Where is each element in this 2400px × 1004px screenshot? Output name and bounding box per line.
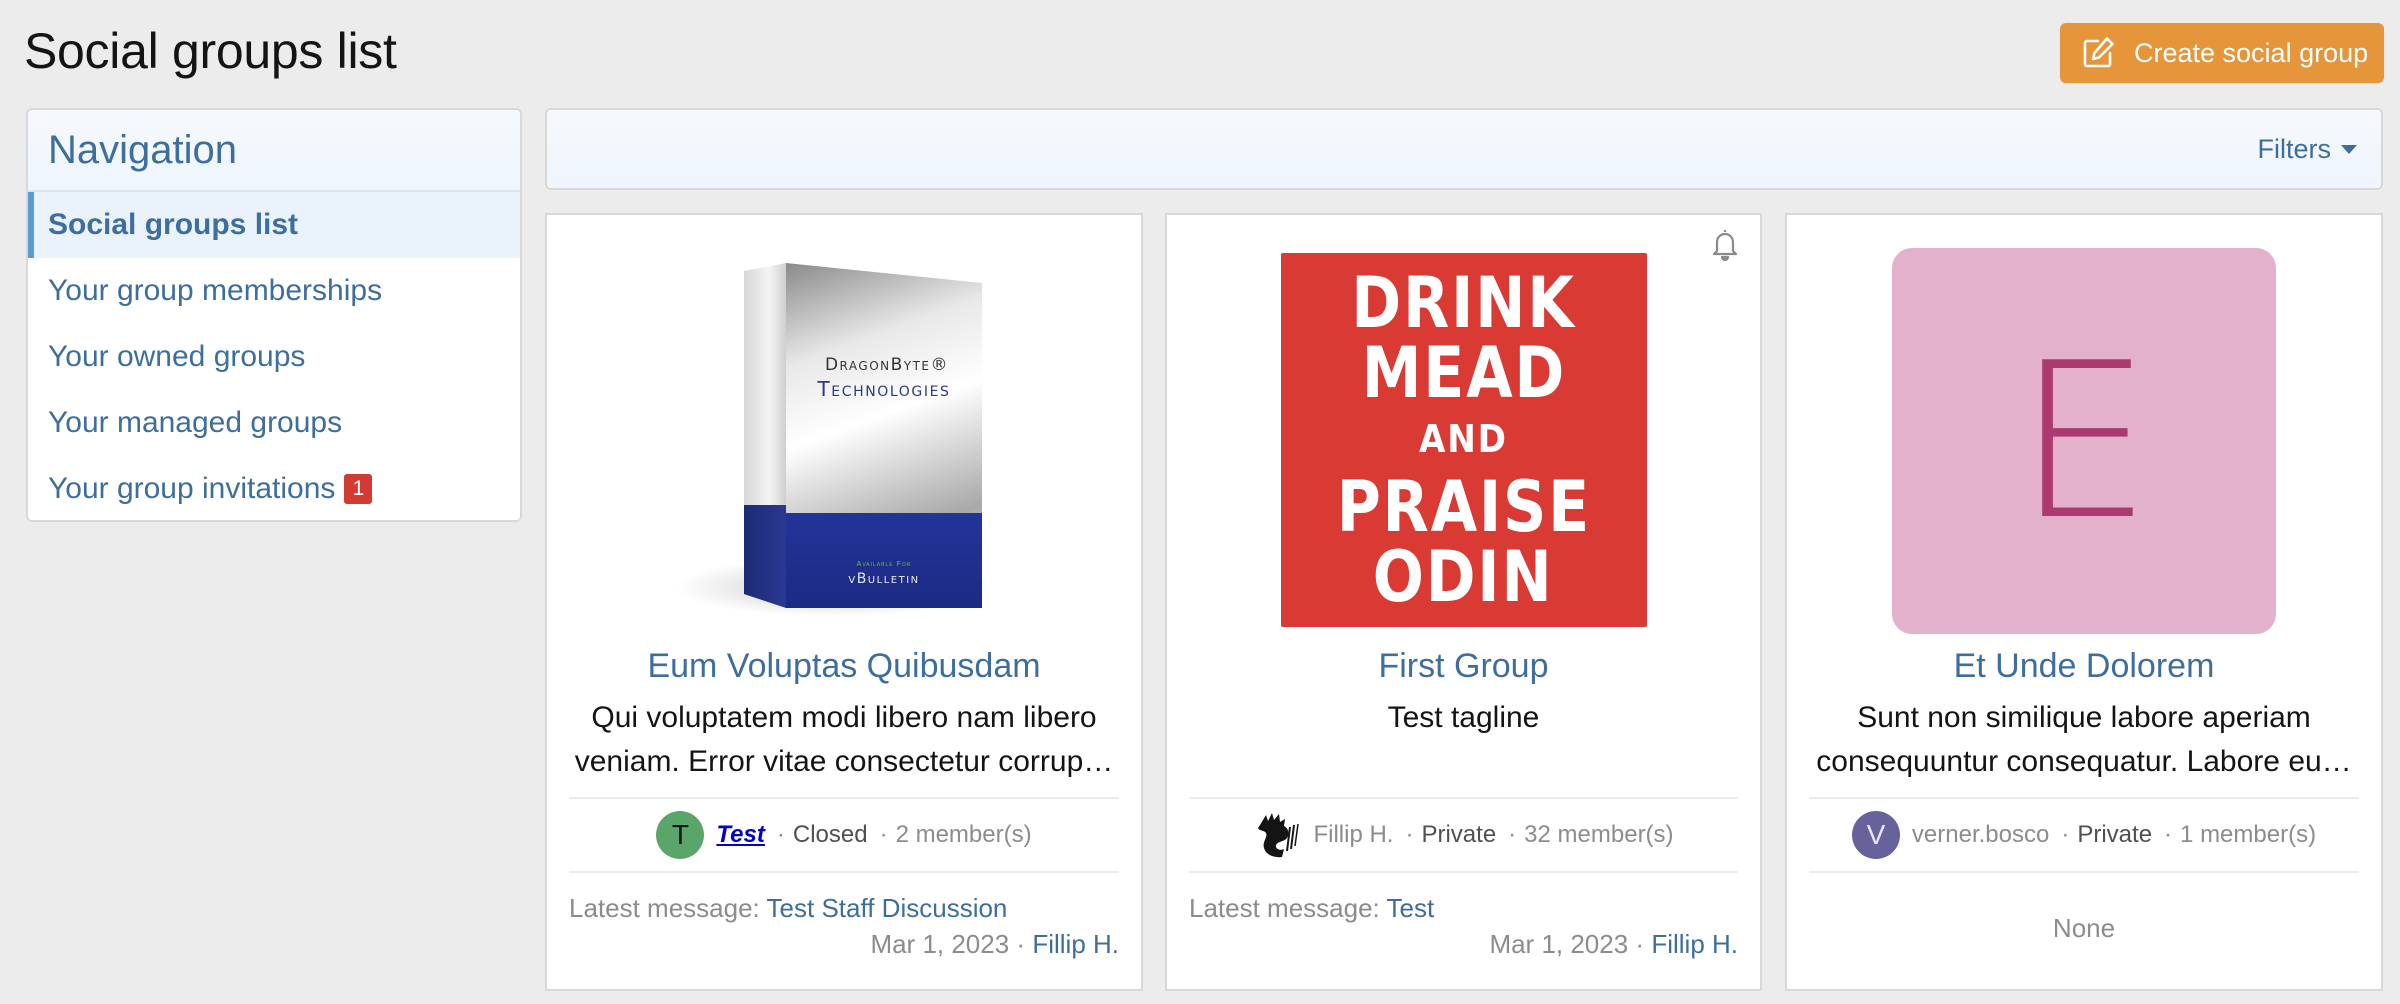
poster-line: PRAISE <box>1336 466 1591 548</box>
nav-item-owned-groups[interactable]: Your owned groups <box>28 324 520 390</box>
latest-message-none: None <box>2052 913 2116 943</box>
nav-item-group-invitations[interactable]: Your group invitations 1 <box>28 456 520 520</box>
divider <box>1809 797 2359 799</box>
nav-item-label: Your group invitations <box>48 472 336 505</box>
create-social-group-button[interactable]: Create social group <box>2060 23 2384 83</box>
nav-item-social-groups-list[interactable]: Social groups list <box>28 192 520 258</box>
separator: · <box>1635 929 1645 959</box>
latest-message-author-link[interactable]: Fillip H. <box>1651 929 1738 959</box>
group-card: DragonByte® Technologies Available For v… <box>545 213 1143 991</box>
poster-line: AND <box>1419 417 1508 461</box>
owner-link[interactable]: Test <box>716 821 764 849</box>
create-social-group-label: Create social group <box>2134 37 2369 68</box>
edit-icon <box>2083 37 2114 68</box>
group-title-link[interactable]: Et Unde Dolorem <box>1787 647 2381 686</box>
privacy-status: Private <box>2077 821 2153 848</box>
divider <box>569 797 1119 799</box>
divider <box>1189 797 1738 799</box>
separator: · <box>1405 821 1414 848</box>
member-count: 2 member(s) <box>895 821 1032 848</box>
latest-message-label: Latest message: <box>569 893 760 923</box>
group-image-dragonbyte-box: DragonByte® Technologies Available For v… <box>674 245 1014 625</box>
group-meta: V verner.bosco · Private · 1 member(s) <box>1787 811 2381 859</box>
nav-item-label: Your managed groups <box>48 406 343 439</box>
group-image-link[interactable]: DragonByte® Technologies Available For v… <box>547 240 1141 630</box>
owner-link[interactable]: verner.bosco <box>1912 821 2049 849</box>
separator: · <box>776 821 785 848</box>
filters-label: Filters <box>2257 133 2332 164</box>
filters-dropdown-button[interactable]: Filters <box>2257 110 2357 188</box>
latest-message-link[interactable]: Test <box>1387 893 1435 923</box>
nav-item-managed-groups[interactable]: Your managed groups <box>28 390 520 456</box>
group-card: DRINK MEAD AND PRAISE ODIN First Group T… <box>1165 213 1762 991</box>
member-count: 32 member(s) <box>1524 821 1674 848</box>
box-text-available: Available For <box>856 561 912 568</box>
latest-message-date: Mar 1, 2023 <box>870 929 1010 959</box>
privacy-status: Private <box>1421 821 1497 848</box>
latest-message-link[interactable]: Test Staff Discussion <box>767 893 1008 923</box>
owner-avatar[interactable] <box>1253 811 1301 859</box>
latest-message-label: Latest message: <box>1189 893 1380 923</box>
poster-line: DRINK <box>1351 262 1576 344</box>
latest-message-date: Mar 1, 2023 <box>1489 929 1629 959</box>
navigation-title: Navigation <box>28 110 520 192</box>
divider <box>1189 871 1738 873</box>
member-count: 1 member(s) <box>2180 821 2317 848</box>
divider <box>569 871 1119 873</box>
caret-down-icon <box>2341 144 2357 154</box>
group-description: Qui voluptatem modi libero nam libero ve… <box>574 701 1114 778</box>
separator: · <box>1508 821 1517 848</box>
separator: · <box>1016 929 1026 959</box>
page-title: Social groups list <box>24 23 397 79</box>
group-title-link[interactable]: Eum Voluptas Quibusdam <box>547 647 1141 686</box>
latest-message: Latest message: Test Staff Discussion <box>569 893 1119 924</box>
separator: · <box>879 821 888 848</box>
separator: · <box>2164 821 2173 848</box>
nav-item-label: Your owned groups <box>48 340 306 373</box>
owner-link[interactable]: Fillip H. <box>1313 821 1393 849</box>
box-text-brand: DragonByte® <box>824 355 950 375</box>
invitations-count-badge: 1 <box>344 474 373 504</box>
owner-avatar[interactable]: T <box>656 811 705 859</box>
latest-message: Latest message: Test <box>1189 893 1738 924</box>
box-text-technologies: Technologies <box>817 377 951 401</box>
nav-item-label: Your group memberships <box>48 274 383 307</box>
group-image-link[interactable]: E <box>1787 240 2381 634</box>
latest-message-meta: Mar 1, 2023 · Fillip H. <box>569 929 1119 960</box>
separator: · <box>2061 821 2070 848</box>
divider <box>1809 871 2359 873</box>
group-image-link[interactable]: DRINK MEAD AND PRAISE ODIN <box>1167 240 1760 630</box>
privacy-status: Closed <box>792 821 868 848</box>
group-description: Test tagline <box>1387 701 1540 734</box>
poster-line: MEAD <box>1361 332 1566 414</box>
group-image-poster: DRINK MEAD AND PRAISE ODIN <box>1280 253 1647 627</box>
filter-bar: Filters <box>545 108 2383 190</box>
group-meta: T Test · Closed · 2 member(s) <box>547 811 1141 859</box>
navigation-panel: Navigation Social groups list Your group… <box>26 108 522 522</box>
poster-line: ODIN <box>1373 536 1554 618</box>
nav-item-group-memberships[interactable]: Your group memberships <box>28 258 520 324</box>
owner-avatar[interactable]: V <box>1851 811 1900 859</box>
dragon-avatar-icon <box>1258 813 1300 858</box>
group-description: Sunt non similique labore aperiam conseq… <box>1816 701 2352 778</box>
latest-message-meta: Mar 1, 2023 · Fillip H. <box>1189 929 1738 960</box>
box-text-vbulletin: vBulletin <box>848 571 920 587</box>
group-card: E Et Unde Dolorem Sunt non similique lab… <box>1785 213 2383 991</box>
group-letter-avatar: E <box>1892 248 2276 634</box>
latest-message-author-link[interactable]: Fillip H. <box>1032 929 1119 959</box>
nav-item-label: Social groups list <box>48 208 299 241</box>
group-title-link[interactable]: First Group <box>1167 647 1760 686</box>
group-meta: Fillip H. · Private · 32 member(s) <box>1167 811 1760 859</box>
